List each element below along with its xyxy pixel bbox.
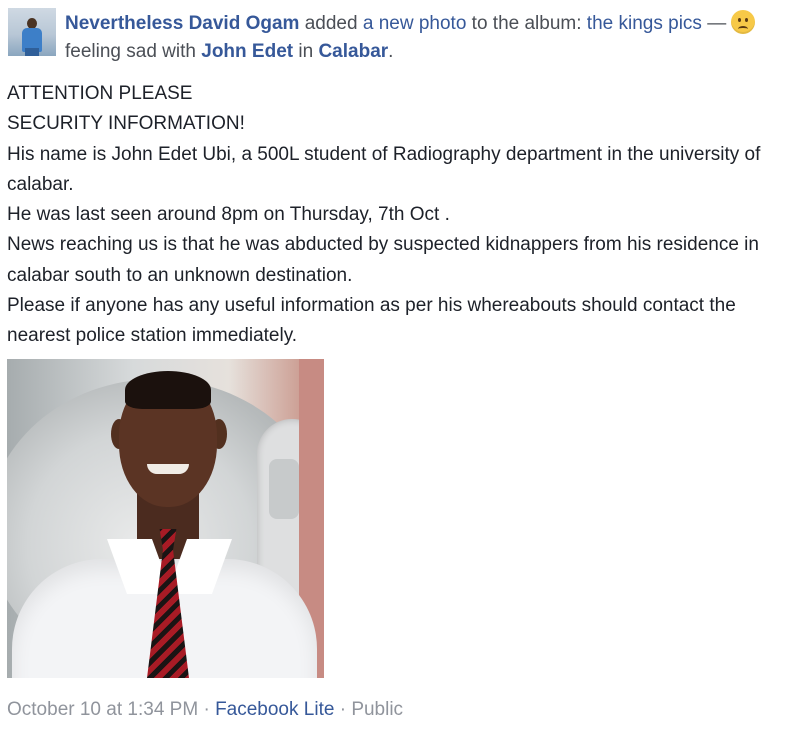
app-link[interactable]: Facebook Lite xyxy=(215,699,334,720)
sad-face-icon xyxy=(731,10,756,34)
separator-dash: — xyxy=(707,13,727,34)
album-prefix-text: to the album: xyxy=(471,13,582,34)
tagged-person-link[interactable]: John Edet xyxy=(201,41,293,62)
post-line: He was last seen around 8pm on Thursday,… xyxy=(7,204,450,226)
album-link[interactable]: the kings pics xyxy=(587,13,702,34)
feeling-text: feeling sad with xyxy=(65,41,196,62)
post-header-text: Nevertheless David Ogam added a new phot… xyxy=(65,10,795,66)
dot-separator: · xyxy=(203,699,210,720)
post-line: His name is John Edet Ubi, a 500L studen… xyxy=(7,143,761,195)
new-photo-link[interactable]: a new photo xyxy=(363,13,467,34)
post-line: News reaching us is that he was abducted… xyxy=(7,234,759,286)
post-timestamp[interactable]: October 10 at 1:34 PM xyxy=(7,699,198,720)
post-line: Please if anyone has any useful informat… xyxy=(7,295,736,347)
location-suffix: . xyxy=(388,41,394,62)
author-avatar[interactable] xyxy=(8,8,56,56)
privacy-label[interactable]: Public xyxy=(351,699,403,720)
author-name-link[interactable]: Nevertheless David Ogam xyxy=(65,13,299,34)
post-line: ATTENTION PLEASE xyxy=(7,83,193,104)
post-photo[interactable] xyxy=(7,359,324,678)
post-line: SECURITY INFORMATION! xyxy=(7,113,245,135)
post-body: ATTENTION PLEASE SECURITY INFORMATION! H… xyxy=(7,79,792,352)
post-footer: October 10 at 1:34 PM · Facebook Lite · … xyxy=(7,697,792,723)
location-prefix-text: in xyxy=(298,41,314,62)
action-text: added xyxy=(304,13,358,34)
location-link[interactable]: Calabar xyxy=(318,41,388,62)
dot-separator: · xyxy=(339,699,347,720)
